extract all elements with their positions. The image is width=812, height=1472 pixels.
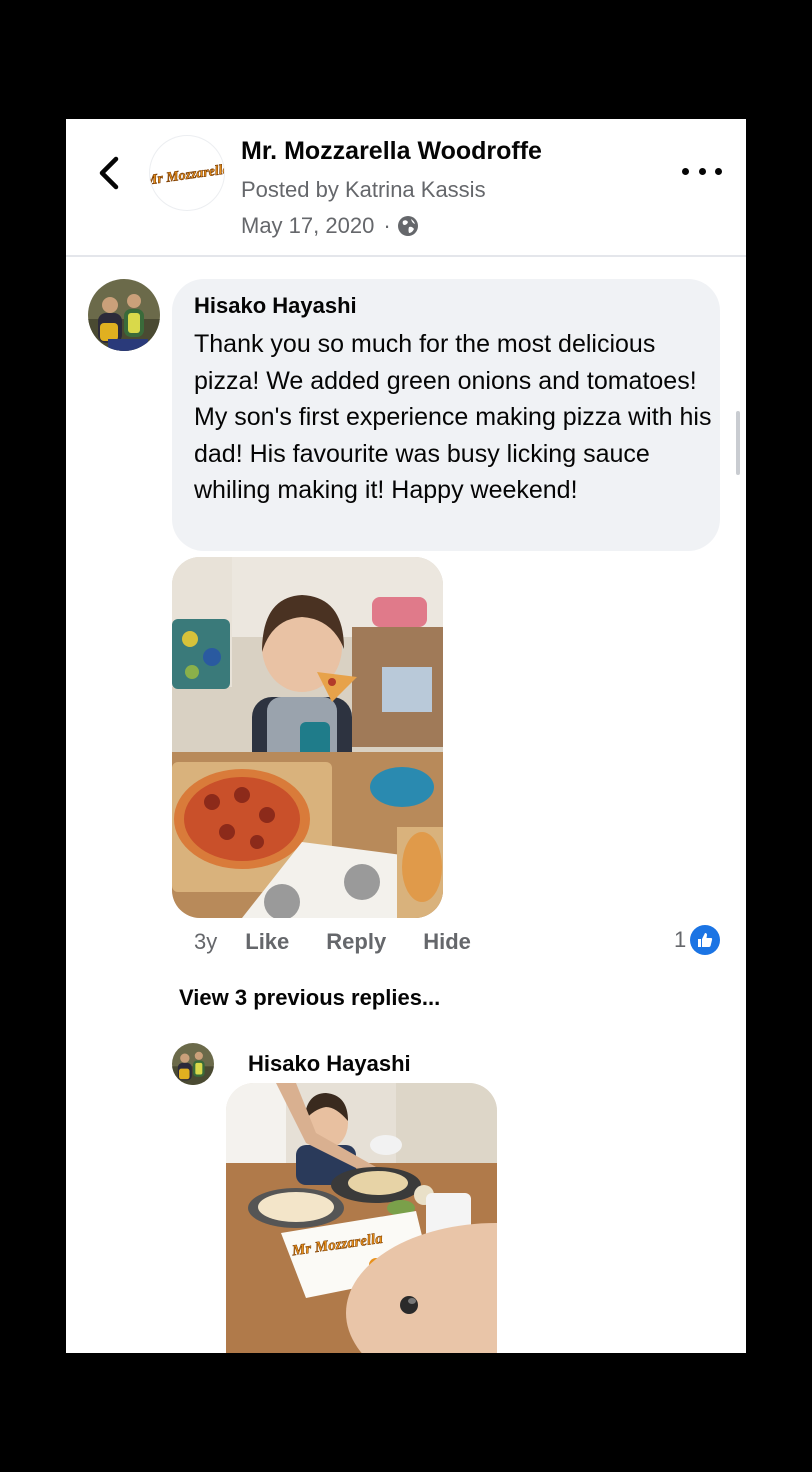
post-date[interactable]: May 17, 2020 bbox=[241, 213, 374, 239]
more-dots-icon bbox=[715, 167, 722, 175]
reaction-summary[interactable]: 1 bbox=[674, 925, 721, 955]
more-dots-icon bbox=[698, 167, 706, 175]
date-separator: · bbox=[383, 213, 391, 238]
commenter-avatar[interactable] bbox=[88, 279, 160, 351]
page-logo: Mr Mozzarella bbox=[150, 162, 224, 189]
back-button[interactable] bbox=[92, 153, 126, 193]
more-dots-icon bbox=[682, 167, 689, 175]
reply-author-avatar[interactable] bbox=[172, 1043, 214, 1085]
svg-text:Mr Mozzarella: Mr Mozzarella bbox=[150, 162, 224, 189]
comment-actions: 3y Like Reply Hide bbox=[194, 927, 508, 957]
chevron-left-icon bbox=[99, 156, 119, 190]
globe-icon bbox=[397, 216, 418, 236]
reply-button[interactable]: Reply bbox=[326, 929, 386, 955]
making-pizza-image: Mr Mozzarella bbox=[226, 1083, 497, 1353]
post-header: Mr Mozzarella Mr. Mozzarella Woodroffe P… bbox=[66, 119, 746, 257]
like-icon bbox=[690, 925, 721, 955]
hide-button[interactable]: Hide bbox=[423, 929, 471, 955]
like-button[interactable]: Like bbox=[245, 929, 289, 955]
avatar-photo bbox=[172, 1043, 214, 1085]
phone-screen: Mr Mozzarella Mr. Mozzarella Woodroffe P… bbox=[66, 119, 746, 1353]
more-options-button[interactable] bbox=[682, 157, 722, 185]
view-previous-replies-link[interactable]: View 3 previous replies... bbox=[179, 985, 440, 1011]
page-avatar[interactable]: Mr Mozzarella bbox=[150, 136, 224, 210]
child-eating-pizza-image bbox=[172, 557, 443, 918]
post-date-row: May 17, 2020 · bbox=[241, 213, 419, 239]
reply-photo[interactable]: Mr Mozzarella bbox=[226, 1083, 497, 1353]
comment-age[interactable]: 3y bbox=[194, 929, 217, 955]
posted-by-text: Posted by Katrina Kassis bbox=[241, 177, 486, 202]
comment-text: Thank you so much for the most delicious… bbox=[194, 330, 712, 504]
comment-photo[interactable] bbox=[172, 557, 443, 918]
comment-bubble: Hisako Hayashi Thank you so much for the… bbox=[172, 279, 720, 551]
comment-author[interactable]: Hisako Hayashi bbox=[194, 293, 357, 319]
reply-author[interactable]: Hisako Hayashi bbox=[248, 1051, 411, 1077]
avatar-photo bbox=[88, 279, 160, 351]
reaction-count: 1 bbox=[674, 927, 687, 952]
page-name[interactable]: Mr. Mozzarella Woodroffe bbox=[241, 137, 542, 166]
scrollbar[interactable] bbox=[736, 411, 740, 475]
